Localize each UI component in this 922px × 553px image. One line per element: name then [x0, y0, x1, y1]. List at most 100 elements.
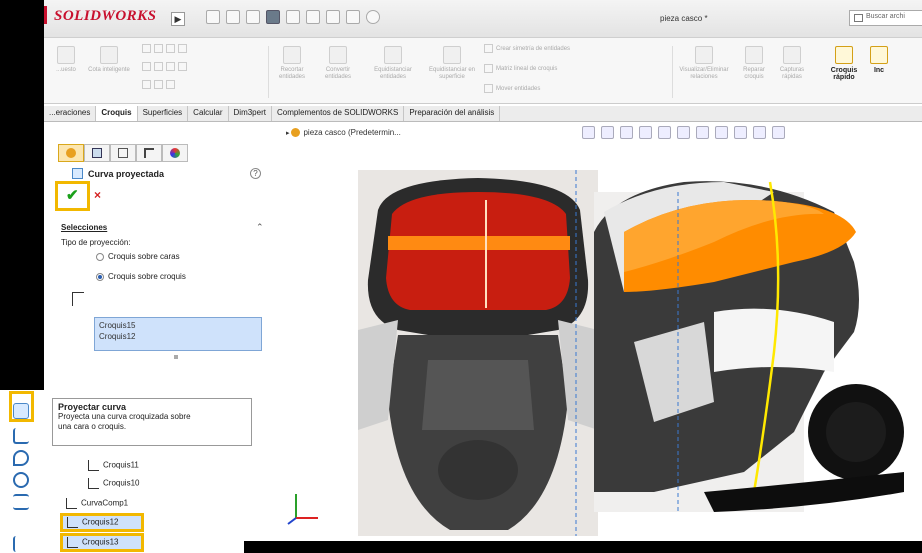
dynamic-annotation-icon[interactable]: [658, 126, 671, 139]
convert-icon: [329, 46, 347, 64]
collapse-caret-icon[interactable]: ⌃: [256, 222, 264, 233]
section-view-icon[interactable]: [639, 126, 652, 139]
tree-item-highlighted[interactable]: Croquis13: [60, 533, 144, 552]
bottom-black-region: [243, 541, 922, 553]
mirror-entities-item[interactable]: Crear simetría de entidades: [484, 44, 570, 53]
print-icon[interactable]: [286, 10, 300, 24]
tab-croquis[interactable]: Croquis: [96, 106, 138, 121]
move-entities-item[interactable]: Mover entidades: [484, 84, 540, 93]
tab-dimxpert[interactable]: Dim3pert: [229, 106, 272, 121]
configuration-manager-icon[interactable]: [110, 144, 136, 162]
tab-calcular[interactable]: Calcular: [188, 106, 229, 121]
line-tools[interactable]: [142, 44, 190, 53]
property-manager: Curva proyectada ? ✔ × Selecciones ⌃ Tip…: [44, 122, 276, 392]
selection-item[interactable]: Croquis15: [99, 320, 257, 331]
projected-curve-tooltip: Proyectar curva Proyecta una curva croqu…: [52, 398, 252, 446]
sketch-selection-list[interactable]: Croquis15 Croquis12: [94, 317, 262, 351]
selection-item[interactable]: Croquis12: [99, 331, 257, 342]
helmet-front-reference-image: [358, 170, 598, 536]
selections-section-title[interactable]: Selecciones: [61, 223, 107, 232]
rebuild-icon[interactable]: [346, 10, 360, 24]
curve-through-points-icon[interactable]: [13, 494, 29, 510]
sketch-icon: [67, 537, 78, 548]
instant2d-icon: [870, 46, 888, 64]
graphics-area[interactable]: ▸ pieza casco (Predetermin...: [276, 122, 922, 541]
offset-on-surface-button[interactable]: Equidistanciar en superficie: [424, 46, 480, 81]
rapid-sketch-button[interactable]: Croquis rápido: [826, 46, 862, 81]
tree-item[interactable]: Croquis11: [88, 460, 139, 471]
flyout-feature-tree[interactable]: ▸ pieza casco (Predetermin...: [286, 128, 401, 138]
composite-curve-icon[interactable]: [13, 472, 29, 488]
smart-dimension-icon: [100, 46, 118, 64]
repair-sketch-button[interactable]: Reparar croquis: [738, 46, 770, 81]
linear-pattern-item[interactable]: Matriz lineal de croquis: [484, 64, 557, 73]
zoom-to-fit-icon[interactable]: [582, 126, 595, 139]
edit-appearance-icon[interactable]: [734, 126, 747, 139]
feature-manager-icon[interactable]: [58, 144, 84, 162]
coordinate-triad-icon: [287, 494, 318, 525]
rapid-snaps-button[interactable]: Capturas rápidas: [776, 46, 808, 81]
rectangle-tools[interactable]: [142, 62, 190, 71]
options-gear-icon[interactable]: [366, 10, 380, 24]
title-bar: SOLIDWORKS ▶ pieza casco * Buscar archi: [44, 0, 922, 38]
property-manager-icon[interactable]: [84, 144, 110, 162]
split-line-icon[interactable]: [13, 428, 29, 444]
option-sketch-on-sketch-label[interactable]: Croquis sobre croquis: [108, 272, 186, 281]
zoom-area-icon[interactable]: [601, 126, 614, 139]
helix-icon[interactable]: [13, 450, 29, 466]
view-orientation-icon[interactable]: [677, 126, 690, 139]
projected-curve-highlight-box: [9, 391, 34, 422]
tree-item-highlighted[interactable]: Croquis12: [60, 513, 144, 532]
open-icon[interactable]: [246, 10, 260, 24]
ok-button[interactable]: ✔: [66, 186, 79, 204]
offset-entities-button[interactable]: Equidistanciar entidades: [366, 46, 420, 81]
dimxpert-manager-icon[interactable]: [136, 144, 162, 162]
sketch-icon: [67, 517, 78, 528]
instant2d-button[interactable]: Inc: [866, 46, 892, 74]
tree-item[interactable]: CurvaComp1: [66, 498, 128, 509]
smart-dimension-button[interactable]: Cota inteligente: [88, 46, 130, 74]
ribbon-button-0[interactable]: ...uesto: [46, 46, 86, 74]
cancel-button[interactable]: ×: [94, 188, 101, 202]
reference-point-icon[interactable]: [13, 536, 29, 552]
menu-expand-arrow-icon[interactable]: ▶: [171, 12, 185, 26]
part-icon: [291, 128, 301, 138]
solidworks-logo[interactable]: SOLIDWORKS: [54, 8, 157, 25]
save-icon[interactable]: [266, 10, 280, 24]
tab-superficies[interactable]: Superficies: [138, 106, 189, 121]
new-document-icon[interactable]: [226, 10, 240, 24]
helmet-side-reference-image: [594, 181, 904, 512]
radio-sketch-on-faces[interactable]: [96, 253, 104, 261]
tree-item[interactable]: Croquis10: [88, 478, 139, 489]
composite-curve-icon: [66, 498, 77, 509]
document-title: pieza casco *: [660, 14, 708, 23]
property-manager-title: Curva proyectada: [88, 169, 165, 179]
tooltip-description: Proyecta una curva croquizada sobre: [58, 412, 191, 421]
heads-up-view-toolbar: [582, 126, 785, 139]
view-settings-icon[interactable]: [772, 126, 785, 139]
panel-resize-handle[interactable]: [174, 355, 178, 359]
snaps-icon: [783, 46, 801, 64]
hide-show-icon[interactable]: [715, 126, 728, 139]
select-icon[interactable]: [326, 10, 340, 24]
undo-icon[interactable]: [306, 10, 320, 24]
display-relations-button[interactable]: Visualizar/Eliminar relaciones: [676, 46, 732, 81]
display-manager-icon[interactable]: [162, 144, 188, 162]
polygon-tools[interactable]: [142, 80, 178, 89]
trim-entities-button[interactable]: Recortar entidades: [272, 46, 312, 81]
help-icon[interactable]: ?: [250, 168, 261, 179]
home-icon[interactable]: [206, 10, 220, 24]
tab-complementos[interactable]: Complementos de SOLIDWORKS: [272, 106, 405, 121]
convert-entities-button[interactable]: Convertir entidades: [316, 46, 360, 81]
previous-view-icon[interactable]: [620, 126, 633, 139]
apply-scene-icon[interactable]: [753, 126, 766, 139]
display-style-icon[interactable]: [696, 126, 709, 139]
tooltip-description: una cara o croquis.: [58, 422, 127, 431]
tab-preparacion-analisis[interactable]: Preparación del análisis: [404, 106, 501, 121]
tab-operaciones[interactable]: ...eraciones: [44, 106, 97, 121]
search-input[interactable]: Buscar archi: [849, 10, 922, 26]
offset-icon: [384, 46, 402, 64]
radio-sketch-on-sketch[interactable]: [96, 273, 104, 281]
manager-tabs: [58, 144, 188, 162]
option-sketch-on-faces-label[interactable]: Croquis sobre caras: [108, 252, 180, 261]
